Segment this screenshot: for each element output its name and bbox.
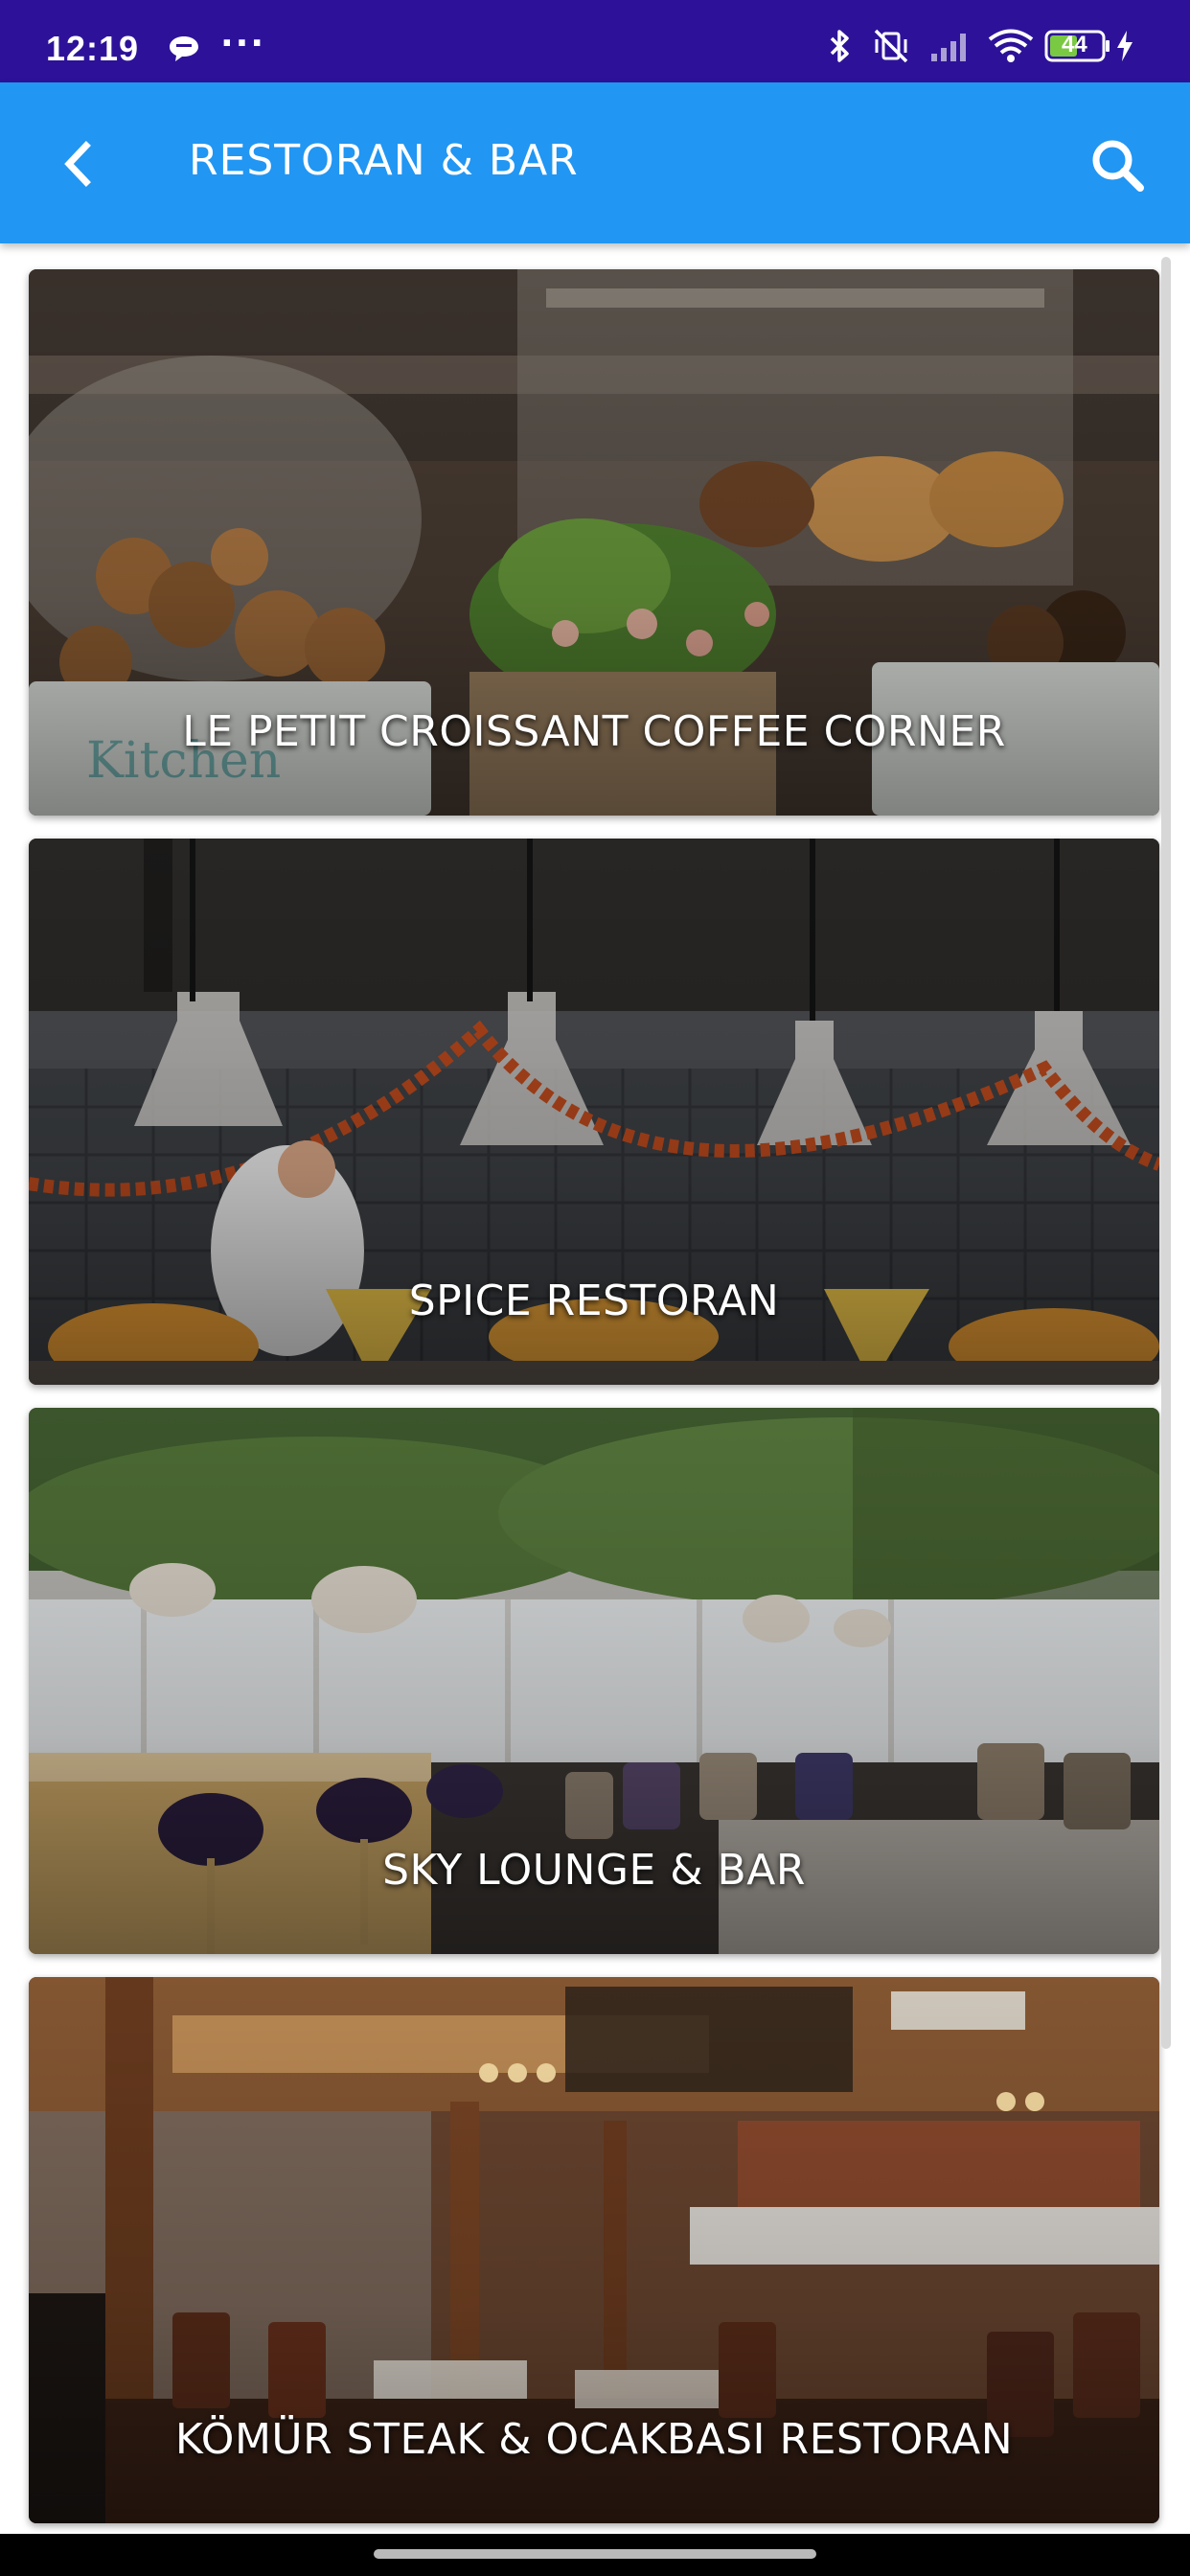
bluetooth-icon [826,29,855,67]
status-bar: 12:19 ··· 44 [0,0,1190,82]
signal-icon [929,29,973,67]
chat-bubble-icon [168,34,200,67]
scrollbar[interactable] [1161,257,1171,2049]
venue-name: SKY LOUNGE & BAR [382,1846,806,1895]
venue-name: LE PETIT CROISSANT COFFEE CORNER [182,707,1006,756]
venue-card[interactable]: KÖMÜR STEAK & OCAKBASI RESTORAN [29,1977,1159,2523]
status-time: 12:19 [46,29,140,68]
app-bar: RESTORAN & BAR [0,82,1190,243]
venue-card[interactable]: SPICE RESTORAN [29,839,1159,1385]
wifi-icon [987,29,1035,67]
venue-name: KÖMÜR STEAK & OCAKBASI RESTORAN [174,2415,1014,2464]
status-icons: 44 [826,29,1152,63]
system-navigation-bar [0,2534,1190,2576]
search-button[interactable] [1085,132,1152,199]
charging-icon [1113,29,1136,67]
chevron-left-icon [64,141,91,187]
battery-level: 44 [1062,32,1087,58]
more-notifications-icon: ··· [220,24,266,63]
venue-card[interactable]: SKY LOUNGE & BAR [29,1408,1159,1954]
home-indicator[interactable] [374,2549,816,2559]
page-title: RESTORAN & BAR [189,136,579,185]
back-button[interactable] [48,130,115,197]
vibrate-off-icon [872,29,910,67]
venue-card[interactable]: Kitchen LE PETIT CROISSANT COFFEE CORNER [29,269,1159,816]
venue-list[interactable]: Kitchen LE PETIT CROISSANT COFFEE CORNER [0,243,1190,2534]
venue-name: SPICE RESTORAN [408,1276,780,1325]
search-icon [1092,140,1144,192]
